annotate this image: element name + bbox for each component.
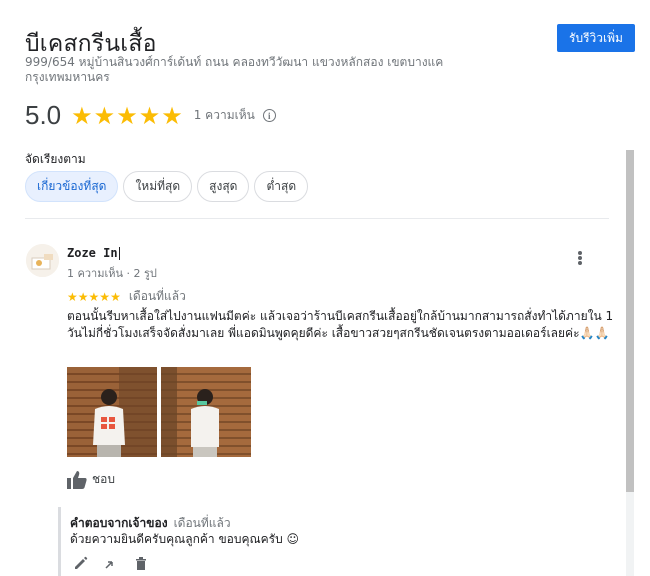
star-icon: ★ <box>67 289 78 304</box>
avatar[interactable] <box>26 244 59 277</box>
star-icon: ★ <box>71 101 93 130</box>
thumbs-up-icon <box>67 470 87 489</box>
review-photos <box>67 367 255 457</box>
reviewer-name[interactable]: Zoze In <box>67 246 120 260</box>
star-icon: ★ <box>138 101 161 130</box>
photo-person-back-view <box>67 367 157 457</box>
star-icon: ★ <box>110 289 121 304</box>
scrollbar-thumb[interactable] <box>626 150 634 492</box>
review-rating: ★ ★ ★ ★ ★ เดือนที่แล้ว <box>67 287 186 306</box>
review-count: 1 ความเห็น <box>193 108 255 122</box>
divider <box>25 218 609 219</box>
write-review-button[interactable]: รับรีวิวเพิ่ม <box>557 24 635 52</box>
review-photo[interactable] <box>161 367 251 457</box>
owner-reply-label: คำตอบจากเจ้าของ <box>70 516 168 530</box>
like-button[interactable]: ชอบ <box>67 470 115 489</box>
share-icon[interactable] <box>104 556 118 570</box>
reviewer-meta: 1 ความเห็น · 2 รูป <box>67 267 157 280</box>
owner-reply-date: เดือนที่แล้ว <box>173 516 231 530</box>
text-cursor <box>118 247 120 260</box>
rating-stars: ★ ★ ★ ★ ★ <box>71 104 184 128</box>
more-options-icon[interactable] <box>572 248 588 268</box>
star-icon: ★ <box>93 101 116 130</box>
place-address: 999/654 หมู่บ้านสินวงศ์การ์เด้นท์ ถนน คล… <box>25 55 444 84</box>
sort-chip-highest[interactable]: สูงสุด <box>197 171 250 202</box>
like-label: ชอบ <box>92 472 115 486</box>
avatar-image <box>26 244 59 277</box>
info-icon[interactable]: i <box>262 109 276 122</box>
sort-label: จัดเรียงตาม <box>25 152 86 166</box>
edit-icon[interactable] <box>74 556 88 570</box>
sort-chip-lowest[interactable]: ต่ำสุด <box>254 171 309 202</box>
review-photo[interactable] <box>67 367 157 457</box>
rating-summary: 5.0 ★ ★ ★ ★ ★ 1 ความเห็น i <box>25 100 276 131</box>
reviewer-name-text: Zoze In <box>67 246 118 260</box>
delete-icon[interactable] <box>134 556 148 570</box>
sort-chip-relevant[interactable]: เกี่ยวข้องที่สุด <box>25 171 119 202</box>
review-date: เดือนที่แล้ว <box>128 289 186 303</box>
star-icon: ★ <box>161 101 183 130</box>
review-text: ตอนนั้นรีบหาเสื้อใส่ไปงานแฟนมีตค่ะ แล้วเ… <box>67 309 614 340</box>
star-icon: ★ <box>116 101 138 130</box>
reply-border <box>58 507 61 576</box>
reply-actions <box>74 556 164 570</box>
star-icon: ★ <box>88 289 100 304</box>
star-icon: ★ <box>77 289 89 304</box>
star-icon: ★ <box>99 289 111 304</box>
sort-chip-newest[interactable]: ใหม่ที่สุด <box>123 171 193 202</box>
photo-person-side-view <box>161 367 251 457</box>
rating-value: 5.0 <box>25 100 62 130</box>
owner-reply-text: ด้วยความยินดีครับคุณลูกค้า ขอบคุณครับ ☺ <box>70 532 300 546</box>
sort-chips: เกี่ยวข้องที่สุด ใหม่ที่สุด สูงสุด ต่ำสุ… <box>25 171 313 202</box>
